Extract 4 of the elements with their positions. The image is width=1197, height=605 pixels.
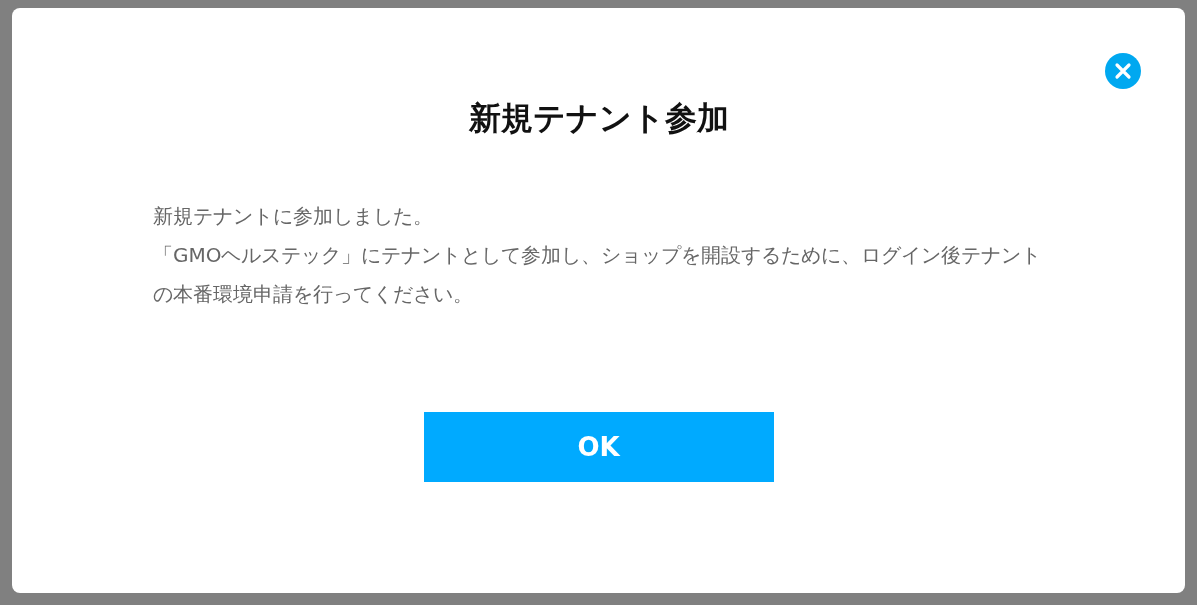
dialog-title: 新規テナント参加 [468,98,729,139]
ok-button[interactable]: OK [423,412,774,482]
close-icon[interactable] [1105,53,1141,89]
dialog-message: 新規テナントに参加しました。 「GMOヘルステック」にテナントとして参加し、ショップを開設するために、ログイン後テナントの本番環境申請を行ってください。 [153,203,1043,308]
